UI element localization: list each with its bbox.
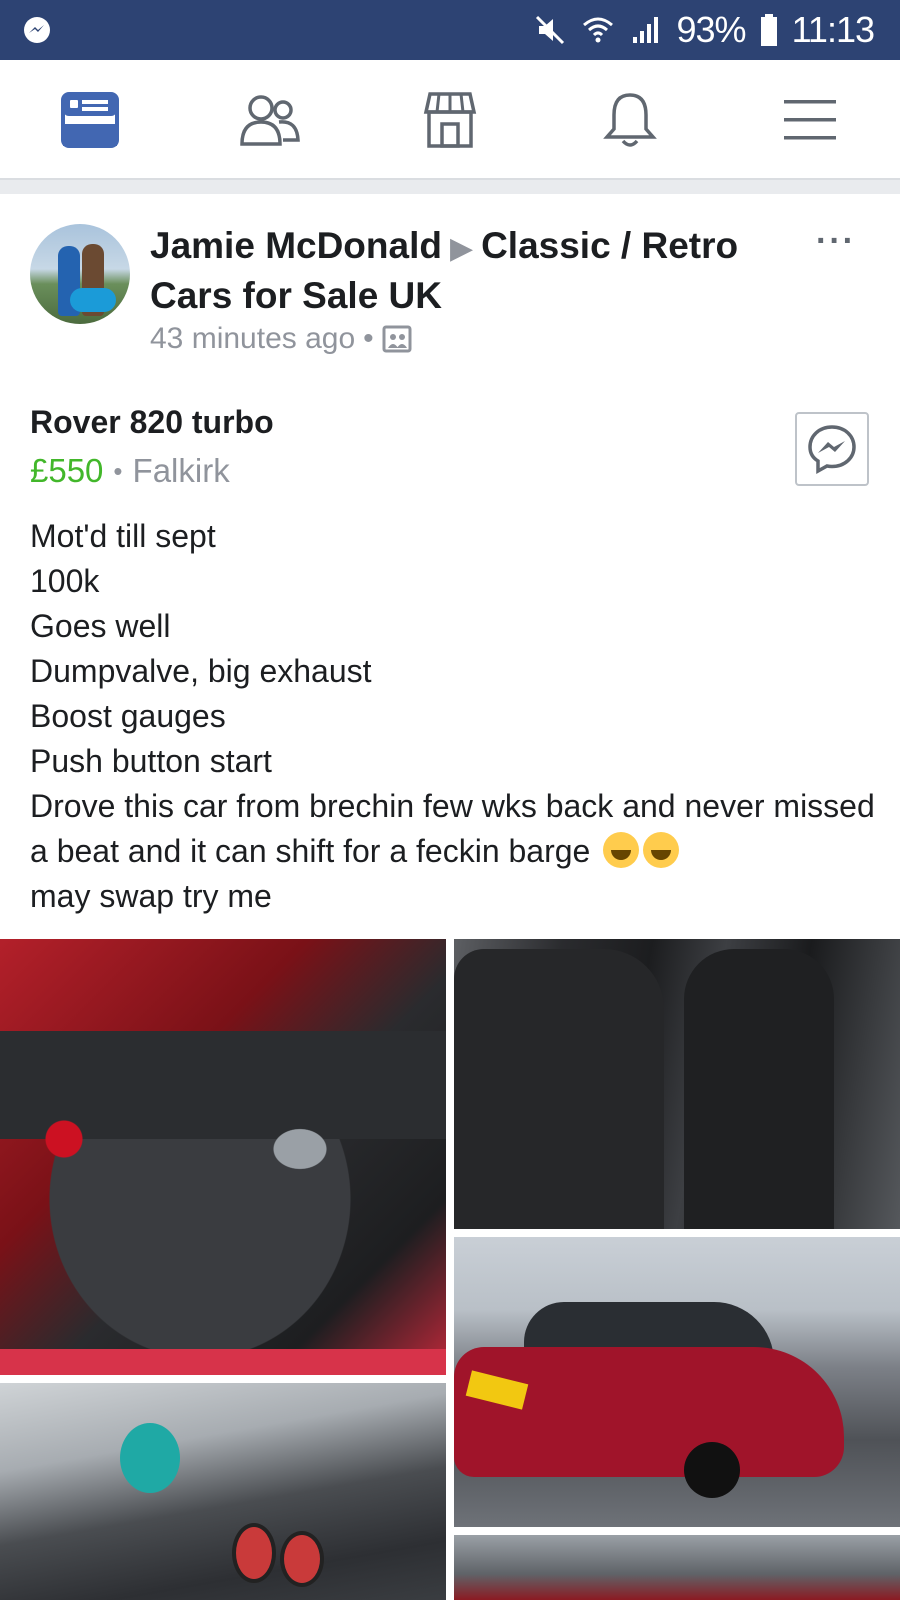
wifi-icon — [582, 17, 613, 43]
author-name[interactable]: Jamie McDonald — [150, 225, 442, 266]
post-meta: 43 minutes ago • — [150, 322, 412, 356]
nav-marketplace[interactable] — [360, 60, 540, 180]
nav-menu[interactable] — [720, 60, 900, 180]
battery-percent: 93% — [676, 9, 747, 50]
description-line: Dumpvalve, big exhaust — [30, 653, 372, 689]
feed-separator — [0, 180, 900, 194]
notifications-icon — [603, 93, 657, 147]
messenger-icon[interactable] — [22, 16, 52, 46]
description-line: Boost gauges — [30, 698, 226, 734]
messenger-icon — [808, 425, 856, 474]
laughing-emoji-icon — [643, 832, 680, 868]
mute-icon — [535, 15, 564, 45]
car-rear-photo[interactable] — [454, 1535, 900, 1600]
listing-title[interactable]: Rover 820 turbo — [30, 404, 274, 441]
nav-notifications[interactable] — [540, 60, 720, 180]
description-line: Goes well — [30, 608, 171, 644]
marketplace-icon — [423, 92, 477, 148]
battery-icon — [760, 14, 777, 46]
description-line: Mot'd till sept — [30, 518, 216, 554]
news-feed-icon — [61, 92, 119, 148]
status-right: 93% 11:13 — [533, 8, 875, 52]
more-options-button[interactable]: ··· — [816, 222, 856, 261]
marketplace-post: Jamie McDonald ▶ Classic / Retro Cars for … — [0, 194, 900, 1600]
listing-description: Mot'd till sept 100k Goes well Dumpvalve… — [30, 514, 880, 919]
arrow-right-icon: ▶ — [449, 232, 474, 265]
description-line: 100k — [30, 563, 100, 599]
description-paragraph-text: Drove this car from brechin few wks back… — [30, 788, 875, 869]
message-seller-button[interactable] — [795, 412, 869, 486]
status-bar: 93% 11:13 — [0, 0, 900, 60]
friends-icon — [240, 95, 300, 146]
price-separator-dot: • — [113, 455, 123, 486]
recaro-seats-photo[interactable] — [454, 939, 900, 1229]
author-avatar[interactable] — [30, 224, 130, 324]
post-timestamp[interactable]: 43 minutes ago — [150, 322, 355, 356]
post-author-line: Jamie McDonald ▶ Classic / Retro Cars for … — [150, 222, 810, 319]
signal-icon — [632, 17, 658, 43]
clock: 11:13 — [791, 9, 875, 50]
menu-icon — [784, 100, 836, 140]
top-nav — [0, 60, 900, 180]
listing-price: £550 — [30, 452, 104, 489]
listing-location: Falkirk — [132, 452, 230, 489]
red-rover-car-photo[interactable] — [454, 1237, 900, 1527]
group-privacy-icon — [382, 325, 412, 353]
laughing-emoji-icon — [603, 832, 640, 868]
engine-bay-photo[interactable] — [0, 939, 446, 1375]
description-paragraph: Drove this car from brechin few wks back… — [30, 784, 880, 874]
photo-grid — [0, 939, 900, 1600]
nav-friends[interactable] — [180, 60, 360, 180]
description-line: may swap try me — [30, 878, 272, 914]
meta-separator-dot: • — [363, 322, 374, 355]
nav-news-feed[interactable] — [0, 60, 180, 180]
listing-price-row: £550 • Falkirk — [30, 452, 230, 490]
description-line: Push button start — [30, 743, 272, 779]
dashboard-gauges-photo[interactable] — [0, 1383, 446, 1600]
